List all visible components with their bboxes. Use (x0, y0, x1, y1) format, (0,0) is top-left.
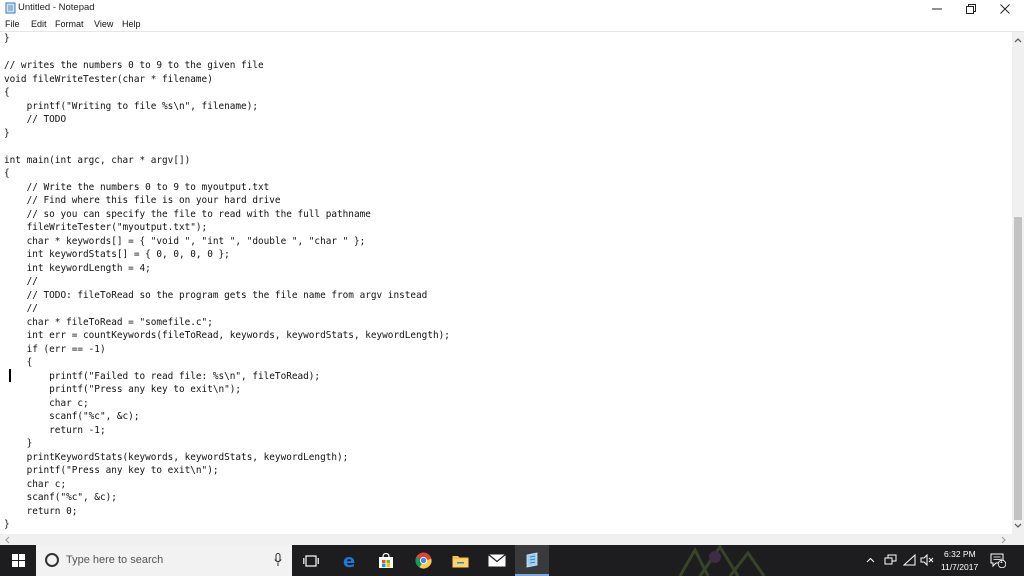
start-button[interactable] (0, 545, 36, 576)
search-placeholder: Type here to search (66, 554, 164, 566)
edge-icon: e (343, 552, 355, 569)
svg-text:e: e (343, 552, 355, 569)
cortana-icon (45, 553, 59, 567)
horizontal-scrollbar[interactable] (0, 534, 1012, 545)
code-line: char * keywords[] = { "void ", "int ", "… (4, 235, 366, 247)
taskbar-store[interactable] (369, 545, 403, 576)
clock-date[interactable]: 11/7/2017 (941, 562, 978, 572)
folder-icon (452, 555, 468, 567)
task-view-icon (303, 554, 319, 567)
code-text: } // writes the numbers 0 to 9 to the giv… (4, 32, 450, 532)
volume-icon[interactable] (920, 554, 934, 566)
menu-format[interactable]: Format (55, 19, 84, 29)
code-line: int keywordStats[] = { 0, 0, 0, 0 }; (4, 249, 230, 260)
code-line: } (4, 127, 10, 139)
menu-file[interactable]: File (5, 19, 20, 29)
scroll-right-button[interactable] (998, 534, 1010, 545)
taskbar-file-explorer[interactable] (443, 545, 477, 576)
taskbar: Type here to search e 6:32 PM 11/7/2017 … (0, 545, 1024, 576)
minimize-icon (932, 8, 942, 9)
code-line: { (4, 87, 10, 98)
code-line: return 0; (4, 505, 78, 517)
code-line: printf("Writing to file %s\n", filename)… (4, 100, 258, 112)
code-line: { (4, 168, 10, 179)
menu-view[interactable]: View (94, 19, 113, 29)
chevron-left-icon (5, 536, 10, 543)
chevron-up-icon[interactable] (866, 557, 875, 563)
code-line: // so you can specify the file to read w… (4, 208, 371, 220)
chevron-down-icon (1014, 523, 1022, 528)
microphone-icon[interactable] (274, 553, 282, 567)
taskbar-mail[interactable] (480, 545, 514, 576)
code-line: int keywordLength = 4; (4, 262, 151, 274)
clock-time[interactable]: 6:32 PM (944, 549, 976, 559)
code-line: char c; (4, 478, 67, 490)
code-line: // writes the numbers 0 to 9 to the give… (4, 60, 264, 71)
code-line: // Find where this file is on your hard … (4, 195, 281, 206)
code-line: // (4, 303, 38, 314)
code-line: printf("Failed to read file: %s\n", file… (4, 370, 321, 382)
text-editor[interactable]: } // writes the numbers 0 to 9 to the giv… (0, 32, 1012, 534)
code-line: fileWriteTester("myoutput.txt"); (4, 222, 208, 233)
code-line: // Write the numbers 0 to 9 to myoutput.… (4, 181, 270, 193)
code-line: return -1; (4, 424, 106, 436)
code-line: scanf("%c", &c); (4, 411, 140, 422)
code-line: printf("Press any key to exit\n"); (4, 384, 242, 395)
chrome-icon (414, 552, 432, 569)
scrollbar-corner (1012, 534, 1024, 545)
windows-logo-icon (11, 554, 25, 567)
title-bar: Untitled - Notepad (0, 0, 1024, 17)
task-view-button[interactable] (294, 545, 328, 576)
restore-button[interactable] (954, 0, 988, 17)
code-line: scanf("%c", &c); (4, 492, 117, 503)
code-line: } (4, 33, 10, 44)
taskbar-edge[interactable]: e (333, 545, 367, 576)
taskbar-background-art (678, 545, 766, 576)
scroll-left-button[interactable] (1, 534, 13, 545)
wifi-icon[interactable] (903, 554, 916, 566)
code-line: void fileWriteTester(char * filename) (4, 73, 213, 85)
restore-icon (966, 3, 976, 14)
code-line: // TODO (4, 114, 67, 125)
code-line: char * fileToRead = "somefile.c"; (4, 316, 213, 328)
scroll-up-button[interactable] (1012, 34, 1024, 46)
close-icon (1000, 3, 1010, 14)
code-line: // TODO: fileToRead so the program gets … (4, 289, 428, 301)
notepad-icon (5, 2, 16, 14)
vertical-scrollbar[interactable] (1012, 32, 1024, 534)
scroll-down-button[interactable] (1012, 520, 1024, 532)
code-line: int err = countKeywords(fileToRead, keyw… (4, 330, 450, 341)
text-caret (9, 369, 11, 382)
code-line: { (4, 357, 33, 368)
taskbar-chrome[interactable] (406, 545, 440, 576)
chevron-up-icon (1014, 38, 1022, 43)
menu-help[interactable]: Help (122, 19, 141, 29)
code-line: printf("Press any key to exit\n"); (4, 465, 219, 476)
menu-edit[interactable]: Edit (31, 19, 47, 29)
network-icon[interactable] (884, 554, 897, 566)
notepad-icon (526, 552, 538, 567)
menu-bar: File Edit Format View Help (0, 17, 1024, 32)
mail-icon (488, 554, 506, 567)
vertical-scroll-thumb[interactable] (1014, 217, 1022, 520)
taskbar-search-box[interactable]: Type here to search (36, 545, 292, 576)
action-center-button[interactable]: 1 (990, 553, 1007, 569)
chevron-right-icon (1001, 536, 1006, 543)
notification-count: 1 (999, 559, 1003, 565)
code-line: } (4, 438, 33, 449)
code-line: if (err == -1) (4, 343, 106, 355)
code-line: printKeywordStats(keywords, keywordStats… (4, 451, 349, 463)
code-line: char c; (4, 397, 89, 409)
code-line: // (4, 276, 38, 287)
minimize-button[interactable] (920, 0, 954, 17)
notification-icon (990, 553, 1007, 569)
window-title: Untitled - Notepad (18, 2, 95, 13)
close-button[interactable] (988, 0, 1022, 17)
code-line: int main(int argc, char * argv[]) (4, 154, 191, 166)
taskbar-notepad[interactable] (515, 545, 549, 576)
store-icon (379, 552, 393, 568)
code-line: } (4, 519, 10, 530)
